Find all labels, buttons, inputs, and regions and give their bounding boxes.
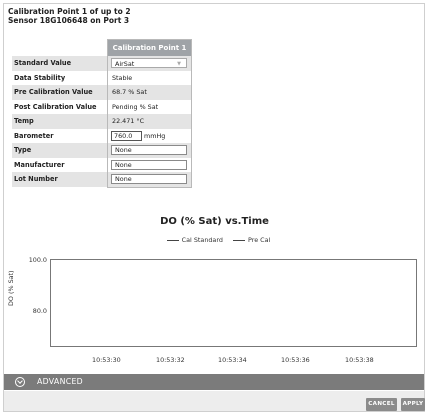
apply-button[interactable]: APPLY — [401, 398, 425, 411]
barometer-input[interactable]: 760.0 — [111, 130, 142, 141]
advanced-toggle[interactable]: ADVANCED — [4, 374, 424, 390]
calibration-header: Calibration Point 1 of up to 2 Sensor 18… — [8, 7, 131, 25]
label-pre-cal-value: Pre Calibration Value — [12, 85, 108, 100]
data-stability-value: Stable — [112, 73, 133, 82]
calibration-point-header: Calibration Point 1 — [108, 40, 191, 56]
cancel-button[interactable]: CANCEL — [366, 398, 397, 411]
temp-value: 22.471 °C — [108, 114, 191, 129]
standard-value-selected: AirSat — [115, 60, 135, 68]
plot-area — [50, 259, 417, 347]
label-data-stability: Data Stability — [14, 73, 66, 82]
label-post-cal-value: Post Calibration Value — [14, 102, 97, 111]
type-input[interactable]: None — [111, 145, 187, 155]
calibration-point-column: Calibration Point 1 AirSat ▼ Stable 68.7… — [107, 39, 192, 188]
y-tick-label: 80.0 — [32, 307, 47, 315]
lot-number-row: None — [108, 172, 191, 187]
x-tick-label: 10:53:34 — [218, 356, 247, 364]
barometer-unit: mmHg — [144, 131, 166, 140]
advanced-label: ADVANCED — [37, 377, 83, 386]
x-tick-label: 10:53:32 — [156, 356, 185, 364]
x-tick-label: 10:53:36 — [281, 356, 310, 364]
label-lot-number: Lot Number — [12, 172, 108, 187]
type-row: None — [108, 143, 191, 158]
pre-cal-legend-line — [232, 239, 245, 241]
x-tick-label: 10:53:38 — [345, 356, 374, 364]
chevron-down-icon: ▼ — [177, 61, 181, 67]
cal-standard-legend-line — [166, 239, 179, 241]
label-barometer: Barometer — [14, 131, 54, 140]
y-tick-label: 100.0 — [28, 256, 47, 264]
calibration-point-title: Calibration Point 1 of up to 2 — [8, 7, 131, 16]
lot-number-input[interactable]: None — [111, 174, 187, 184]
barometer-row: 760.0 mmHg — [108, 129, 191, 144]
standard-value-row: AirSat ▼ — [108, 56, 191, 71]
sensor-port-label: Sensor 18G106648 on Port 3 — [8, 16, 130, 25]
footer-bar: CANCEL APPLY — [4, 391, 425, 411]
post-cal-value: Pending % Sat — [112, 102, 159, 111]
label-type: Type — [12, 143, 108, 158]
y-axis-label: DO (% Sat) — [7, 270, 15, 306]
pre-cal-value: 68.7 % Sat — [108, 85, 191, 100]
standard-value-select[interactable]: AirSat ▼ — [111, 58, 187, 68]
label-temp: Temp — [12, 114, 108, 129]
label-standard-value: Standard Value — [12, 56, 108, 71]
manufacturer-input[interactable]: None — [111, 159, 187, 170]
legend-cal-standard: Cal Standard — [181, 236, 223, 244]
label-manufacturer: Manufacturer — [14, 160, 65, 169]
parameter-labels: Standard Value Data Stability Pre Calibr… — [12, 56, 108, 187]
chevron-down-circle-icon — [15, 377, 25, 387]
chart-legend: Cal Standard Pre Cal — [0, 236, 429, 244]
x-tick-label: 10:53:30 — [92, 356, 121, 364]
chart-title: DO (% Sat) vs.Time — [160, 216, 269, 227]
legend-pre-cal: Pre Cal — [247, 236, 271, 244]
manufacturer-row: None — [108, 158, 191, 173]
